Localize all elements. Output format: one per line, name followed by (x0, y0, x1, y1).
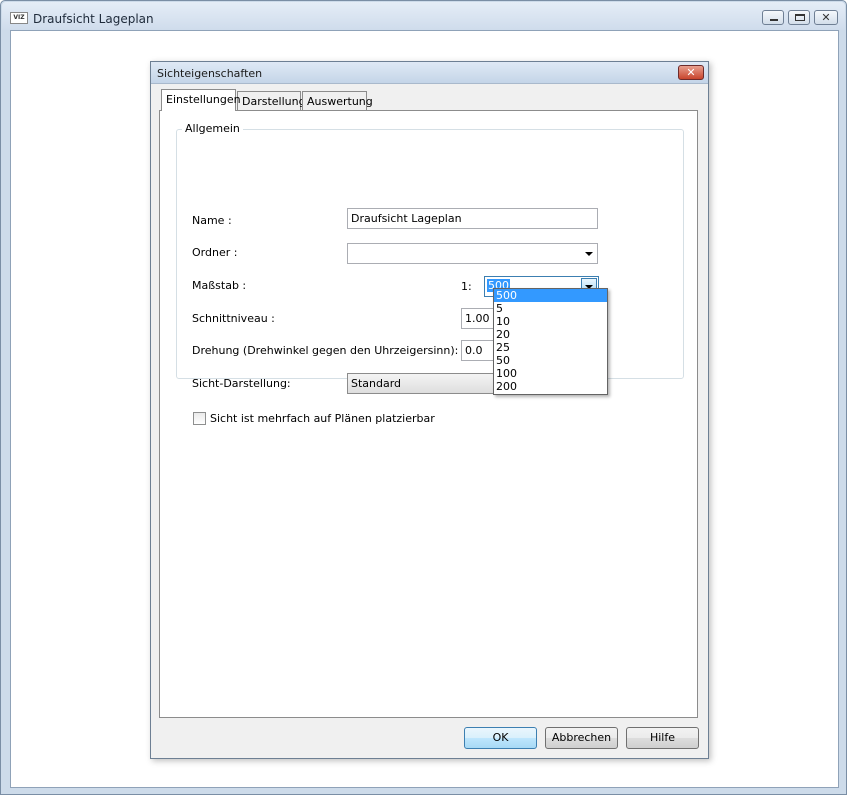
name-input[interactable]: Draufsicht Lageplan (347, 208, 598, 229)
dialog-close-button[interactable]: ✕ (678, 65, 704, 80)
cancel-button[interactable]: Abbrechen (545, 727, 618, 749)
app-icon: VIZ (10, 12, 28, 24)
mehrfach-checkbox[interactable] (193, 412, 206, 425)
massstab-option[interactable]: 20 (494, 328, 607, 341)
massstab-label: Maßstab : (192, 279, 247, 292)
tab-auswertung[interactable]: Auswertung (302, 91, 373, 111)
massstab-option[interactable]: 200 (494, 380, 607, 393)
drehung-label: Drehung (Drehwinkel gegen den Uhrzeigers… (192, 344, 459, 357)
window-close-button[interactable]: ✕ (814, 10, 838, 25)
sicht-darstellung-label: Sicht-Darstellung: (192, 377, 291, 390)
ordner-label: Ordner : (192, 246, 238, 259)
maximize-icon (795, 14, 805, 21)
ok-button[interactable]: OK (464, 727, 537, 749)
schnittniveau-label: Schnittniveau : (192, 312, 275, 325)
group-label: Allgemein (182, 122, 243, 135)
massstab-option[interactable]: 100 (494, 367, 607, 380)
name-label: Name : (192, 214, 232, 227)
sicht-darstellung-value: Standard (351, 377, 402, 390)
maximize-button[interactable] (788, 10, 810, 25)
massstab-option[interactable]: 50 (494, 354, 607, 367)
window-titlebar[interactable]: VIZ Draufsicht Lageplan ✕ (2, 2, 845, 30)
ordner-dropdown[interactable] (347, 243, 598, 264)
dialog-titlebar[interactable]: Sichteigenschaften ✕ (151, 62, 708, 84)
massstab-option[interactable]: 500 (494, 289, 607, 302)
minimize-icon (770, 19, 778, 21)
sichteigenschaften-dialog: Sichteigenschaften ✕ Einstellungen Darst… (150, 61, 709, 759)
main-window: VIZ Draufsicht Lageplan ✕ Sichteigenscha… (0, 0, 847, 795)
help-button[interactable]: Hilfe (626, 727, 699, 749)
dialog-title: Sichteigenschaften (157, 67, 263, 80)
massstab-option[interactable]: 10 (494, 315, 607, 328)
window-title: Draufsicht Lageplan (33, 12, 154, 26)
tab-darstellung[interactable]: Darstellung (237, 91, 306, 111)
minimize-button[interactable] (762, 10, 784, 25)
close-icon: ✕ (686, 66, 696, 79)
close-icon: ✕ (821, 11, 831, 24)
tab-panel-einstellungen: Allgemein Name : Draufsicht Lageplan Ord… (159, 110, 698, 718)
massstab-option[interactable]: 5 (494, 302, 607, 315)
massstab-prefix: 1: (461, 280, 472, 293)
tab-einstellungen[interactable]: Einstellungen (161, 89, 241, 111)
mehrfach-label[interactable]: Sicht ist mehrfach auf Plänen platzierba… (210, 412, 435, 425)
chevron-down-icon (585, 252, 593, 256)
massstab-dropdown-list: 500 5 10 20 25 50 100 200 (493, 288, 608, 395)
massstab-option[interactable]: 25 (494, 341, 607, 354)
